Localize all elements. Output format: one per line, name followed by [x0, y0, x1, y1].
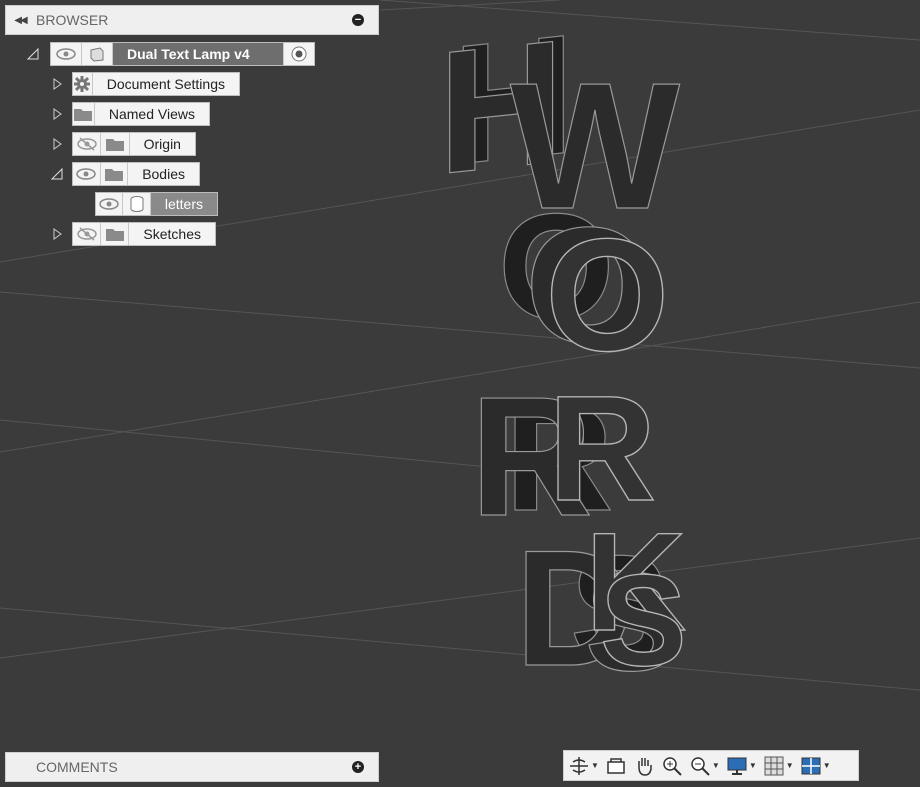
- orbit-button[interactable]: ▼: [568, 752, 599, 780]
- root-component[interactable]: Dual Text Lamp v4: [50, 42, 315, 66]
- display-settings-icon: [727, 757, 747, 775]
- pan-icon: [638, 757, 652, 776]
- collapsed-triangle-icon[interactable]: [50, 107, 64, 121]
- root-component-label: Dual Text Lamp v4: [113, 43, 283, 65]
- look-at-icon: [607, 757, 625, 774]
- grid-settings-button[interactable]: ▼: [763, 752, 794, 780]
- collapsed-triangle-icon[interactable]: [50, 137, 64, 151]
- hidden-eye-icon[interactable]: [73, 223, 102, 245]
- hidden-eye-icon[interactable]: [73, 133, 102, 155]
- folder-icon: [101, 133, 130, 155]
- activate-radio-icon[interactable]: [283, 43, 314, 65]
- tree-item-label: Sketches: [143, 226, 201, 242]
- origin-chip[interactable]: Origin: [72, 132, 196, 156]
- expanded-triangle-icon[interactable]: [50, 167, 64, 181]
- comments-title: COMMENTS: [36, 759, 118, 775]
- body-icon: [123, 193, 151, 215]
- zoom-window-icon: [663, 756, 682, 776]
- tree-item-label: Document Settings: [106, 76, 225, 92]
- collapse-panel-icon[interactable]: ◀◀: [8, 6, 32, 34]
- zoom-icon: [691, 756, 710, 776]
- tree-item-label: Bodies: [142, 166, 185, 182]
- named-views-chip[interactable]: Named Views: [72, 102, 210, 126]
- expanded-triangle-icon[interactable]: [26, 47, 40, 61]
- zoom-button[interactable]: ▼: [689, 752, 720, 780]
- sketches-chip[interactable]: Sketches: [72, 222, 216, 246]
- folder-icon: [73, 103, 95, 125]
- tree-item-label: letters: [150, 193, 217, 215]
- viewports-icon: [801, 757, 821, 774]
- gear-icon: [73, 73, 93, 95]
- tree-item-label: Named Views: [108, 106, 195, 122]
- tree-item-label: Origin: [143, 136, 181, 152]
- visibility-eye-icon[interactable]: [96, 193, 124, 215]
- document-settings-chip[interactable]: Document Settings: [72, 72, 240, 96]
- navigation-toolbar: ▼ ▼ ▼ ▼ ▼: [563, 750, 859, 781]
- look-at-button[interactable]: [605, 752, 627, 780]
- collapsed-triangle-icon[interactable]: [50, 227, 64, 241]
- browser-title: BROWSER: [36, 12, 109, 28]
- comments-panel-header[interactable]: COMMENTS +: [5, 752, 379, 782]
- bodies-chip[interactable]: Bodies: [72, 162, 200, 186]
- folder-icon: [101, 223, 130, 245]
- add-comment-icon[interactable]: +: [352, 761, 364, 773]
- visibility-eye-icon[interactable]: [51, 43, 82, 65]
- 3d-letters-model[interactable]: H O R S H W O R D S O R K S: [437, 0, 687, 701]
- browser-panel-header[interactable]: ◀◀ BROWSER −: [5, 5, 379, 35]
- svg-text:O: O: [545, 205, 669, 384]
- minimize-panel-icon[interactable]: −: [352, 14, 364, 26]
- pan-button[interactable]: [633, 752, 655, 780]
- collapsed-triangle-icon[interactable]: [50, 77, 64, 91]
- letters-chip[interactable]: letters: [95, 192, 218, 216]
- orbit-icon: [570, 756, 588, 775]
- svg-text:S: S: [600, 547, 687, 693]
- component-icon: [82, 43, 113, 65]
- zoom-window-button[interactable]: [661, 752, 683, 780]
- viewports-button[interactable]: ▼: [800, 752, 831, 780]
- grid-icon: [764, 756, 784, 775]
- folder-icon: [101, 163, 129, 185]
- display-settings-button[interactable]: ▼: [726, 752, 757, 780]
- visibility-eye-icon[interactable]: [73, 163, 101, 185]
